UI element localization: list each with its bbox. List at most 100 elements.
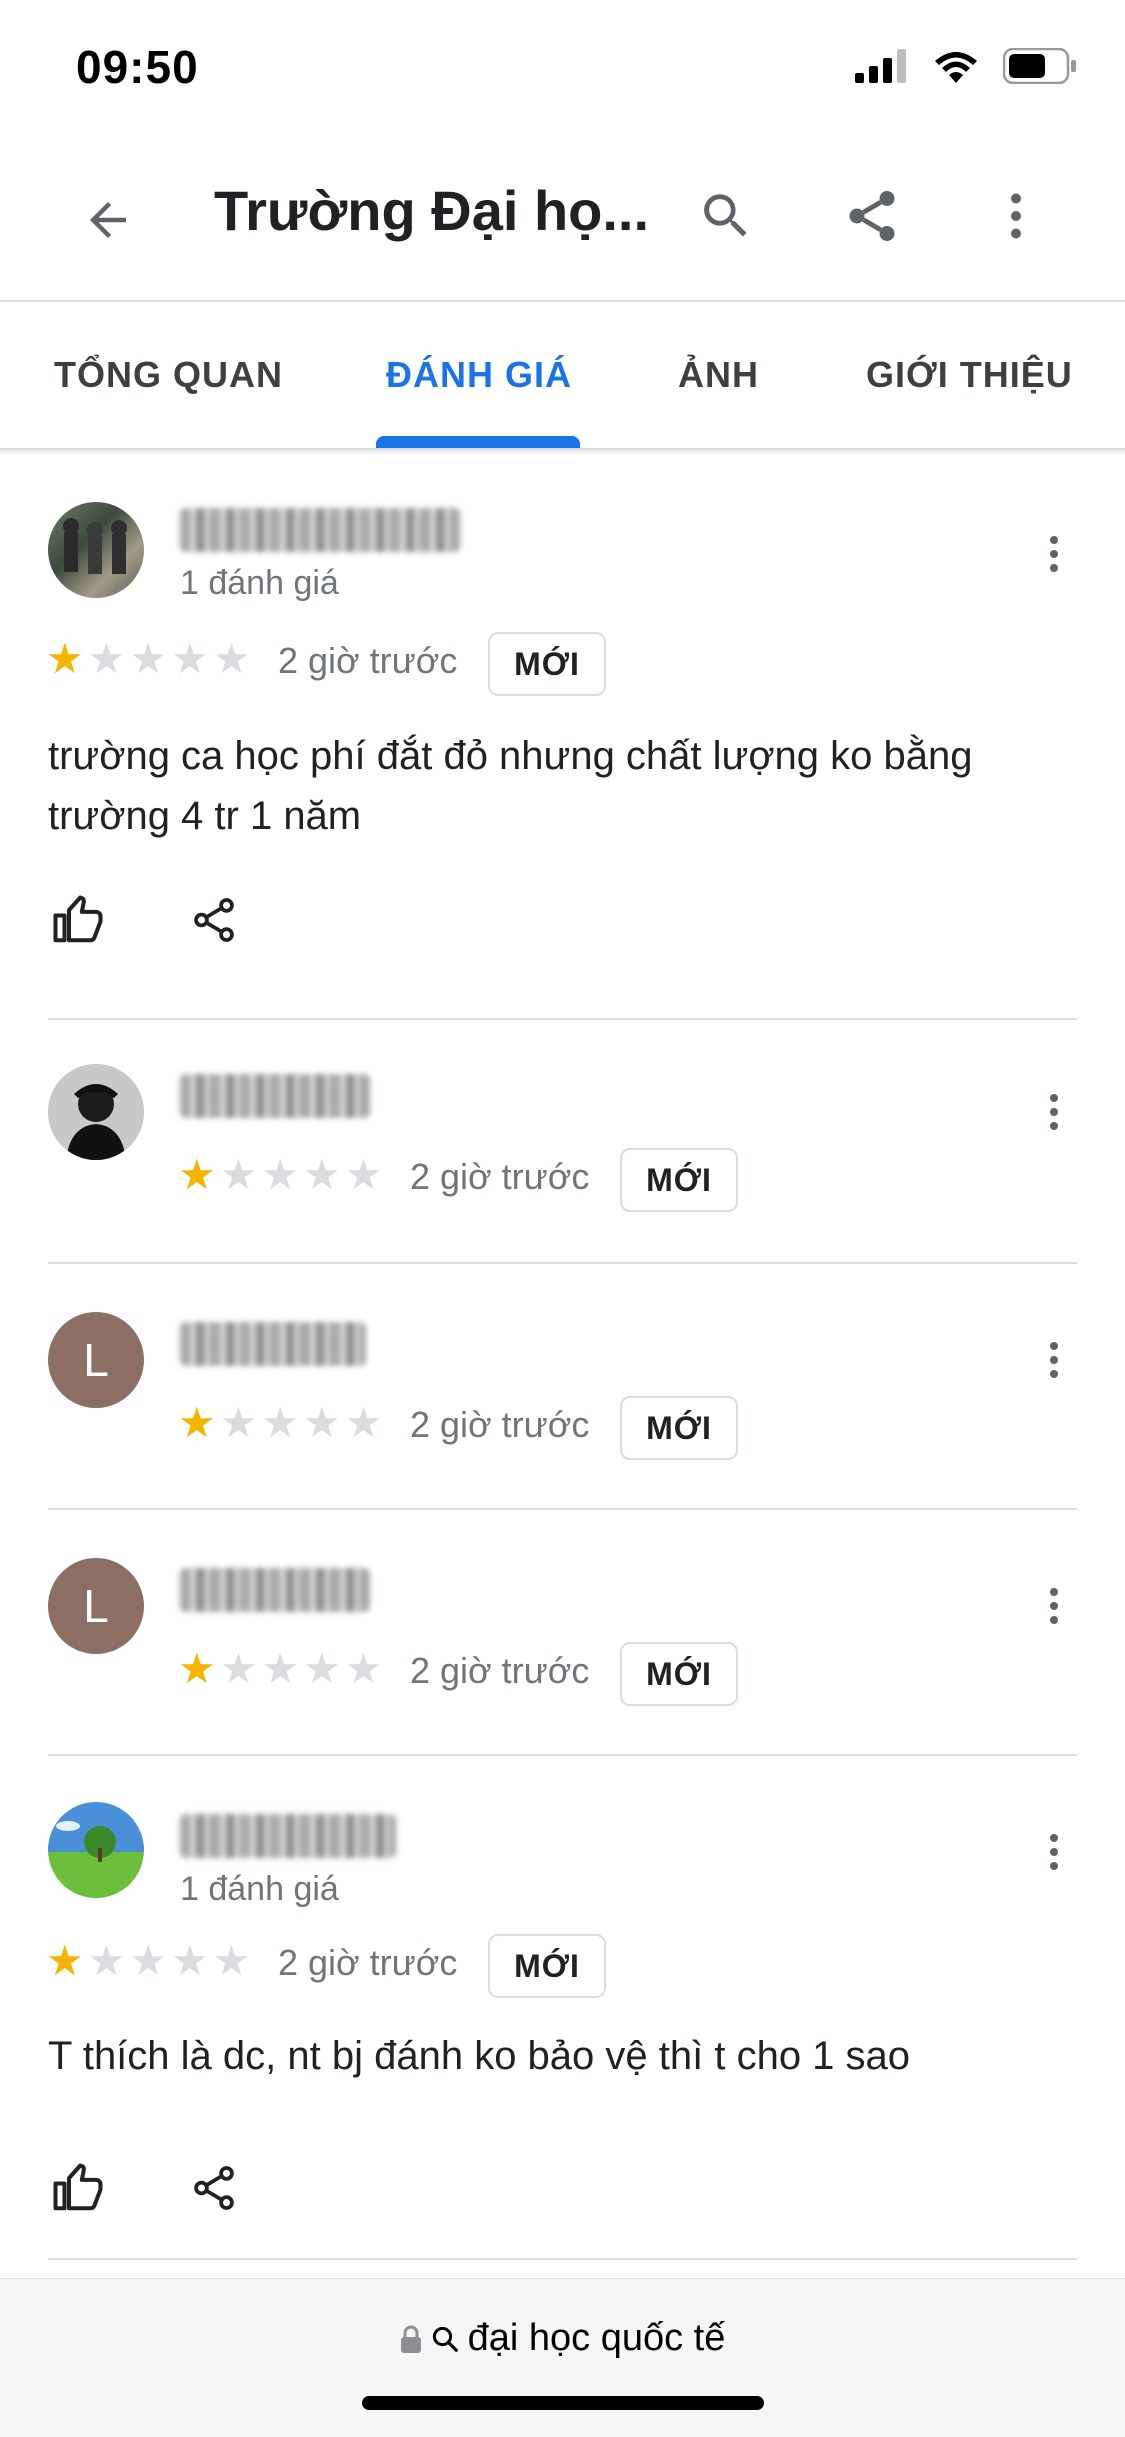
star-icon: ★ (212, 1937, 251, 1984)
avatar[interactable]: L (48, 1312, 144, 1408)
more-vert-icon (1050, 536, 1058, 572)
review-more-button[interactable] (1030, 1082, 1078, 1142)
review-time: 2 giờ trước (278, 640, 458, 681)
battery-icon (1003, 48, 1076, 84)
star-icon: ★ (261, 1645, 299, 1692)
star-icon: ★ (219, 1151, 258, 1198)
avatar[interactable]: L (48, 1558, 144, 1654)
new-badge: MỚI (488, 632, 606, 696)
star-icon: ★ (46, 1937, 84, 1984)
reviewer-name-redacted[interactable] (180, 1568, 370, 1612)
star-icon: ★ (46, 635, 84, 682)
avatar-photo (48, 1064, 144, 1160)
share-icon (194, 2166, 234, 2210)
star-icon: ★ (261, 1399, 299, 1446)
new-badge: MỚI (620, 1396, 738, 1460)
share-icon (849, 191, 895, 241)
reviewer-name-redacted[interactable] (180, 1074, 370, 1118)
search-icon (432, 2326, 458, 2352)
star-icon: ★ (87, 635, 126, 682)
review-time: 2 giờ trước (410, 1156, 590, 1197)
status-icons (855, 48, 1077, 84)
like-button[interactable] (48, 890, 108, 950)
star-icon: ★ (178, 1645, 216, 1692)
star-icon: ★ (344, 1399, 383, 1446)
share-icon (194, 898, 234, 942)
divider (48, 1018, 1077, 1020)
thumb-up-icon (53, 895, 103, 943)
browser-url-bar[interactable]: đại học quốc tế (0, 2278, 1125, 2437)
star-icon: ★ (219, 1399, 258, 1446)
status-bar: 09:50 (0, 0, 1125, 140)
review-share-button[interactable] (184, 2158, 244, 2218)
new-badge: MỚI (488, 1934, 606, 1998)
divider (48, 2258, 1077, 2260)
new-badge: MỚI (620, 1148, 738, 1212)
tab-overview[interactable]: TỔNG QUAN (54, 354, 283, 396)
home-indicator (362, 2396, 764, 2410)
reviewer-name-redacted[interactable] (180, 1322, 366, 1366)
tabs-shadow (0, 450, 1125, 456)
avatar[interactable] (48, 1802, 144, 1898)
star-icon: ★ (178, 1399, 216, 1446)
star-icon: ★ (344, 1151, 383, 1198)
tab-reviews[interactable]: ĐÁNH GIÁ (386, 354, 572, 396)
star-icon: ★ (129, 1937, 167, 1984)
star-icon: ★ (129, 635, 167, 682)
review-text: T thích là dc, nt bj đánh ko bảo vệ thì … (48, 2034, 911, 2078)
search-button[interactable] (686, 176, 766, 256)
divider (48, 1754, 1077, 1756)
review-more-button[interactable] (1030, 1330, 1078, 1390)
star-rating: ★ ★ ★ ★ ★ (178, 1648, 382, 1690)
star-icon: ★ (261, 1151, 299, 1198)
url-content: đại học quốc tế (0, 2317, 1125, 2360)
url-query[interactable]: đại học quốc tế (468, 2317, 726, 2360)
thumb-up-icon (53, 2163, 103, 2211)
avatar[interactable] (48, 1064, 144, 1160)
star-icon: ★ (219, 1645, 258, 1692)
like-button[interactable] (48, 2158, 108, 2218)
reviewer-name-redacted[interactable] (180, 508, 460, 552)
star-icon: ★ (170, 1937, 209, 1984)
review-text: trường ca học phí đắt đỏ nhưng chất lượn… (48, 734, 973, 838)
star-icon: ★ (87, 1937, 126, 1984)
lock-icon (400, 2325, 421, 2353)
reviewer-name-redacted[interactable] (180, 1814, 396, 1858)
back-button[interactable] (68, 180, 148, 260)
star-icon: ★ (178, 1151, 216, 1198)
more-vert-icon (1050, 1834, 1058, 1870)
more-vert-icon (1011, 193, 1021, 239)
tab-photos[interactable]: ẢNH (678, 354, 759, 396)
divider (48, 1262, 1077, 1264)
signal-icon (855, 49, 906, 83)
avatar[interactable] (48, 502, 144, 598)
star-icon: ★ (302, 1151, 341, 1198)
share-button[interactable] (832, 176, 912, 256)
review-time: 2 giờ trước (410, 1404, 590, 1445)
star-rating: ★ ★ ★ ★ ★ (46, 638, 250, 680)
star-icon: ★ (302, 1645, 341, 1692)
status-time: 09:50 (76, 41, 199, 93)
active-tab-indicator (376, 436, 580, 448)
more-vert-icon (1050, 1342, 1058, 1378)
review-more-button[interactable] (1030, 1576, 1078, 1636)
avatar-photo (48, 1802, 144, 1898)
review-more-button[interactable] (1030, 524, 1078, 584)
new-badge: MỚI (620, 1642, 738, 1706)
page-title: Trường Đại họ... (214, 179, 650, 242)
star-rating: ★ ★ ★ ★ ★ (178, 1402, 382, 1444)
more-vert-icon (1050, 1588, 1058, 1624)
tab-bar: TỔNG QUAN ĐÁNH GIÁ ẢNH GIỚI THIỆU (0, 300, 1125, 450)
star-rating: ★ ★ ★ ★ ★ (46, 1940, 250, 1982)
review-time: 2 giờ trước (278, 1942, 458, 1983)
review-more-button[interactable] (1030, 1822, 1078, 1882)
star-rating: ★ ★ ★ ★ ★ (178, 1154, 382, 1196)
star-icon: ★ (302, 1399, 341, 1446)
avatar-photo (63, 518, 127, 574)
more-options-button[interactable] (976, 176, 1056, 256)
tab-about[interactable]: GIỚI THIỆU (866, 354, 1073, 396)
reviewer-review-count: 1 đánh giá (180, 564, 339, 602)
review-share-button[interactable] (184, 890, 244, 950)
star-icon: ★ (344, 1645, 383, 1692)
reviewer-review-count: 1 đánh giá (180, 1870, 339, 1908)
